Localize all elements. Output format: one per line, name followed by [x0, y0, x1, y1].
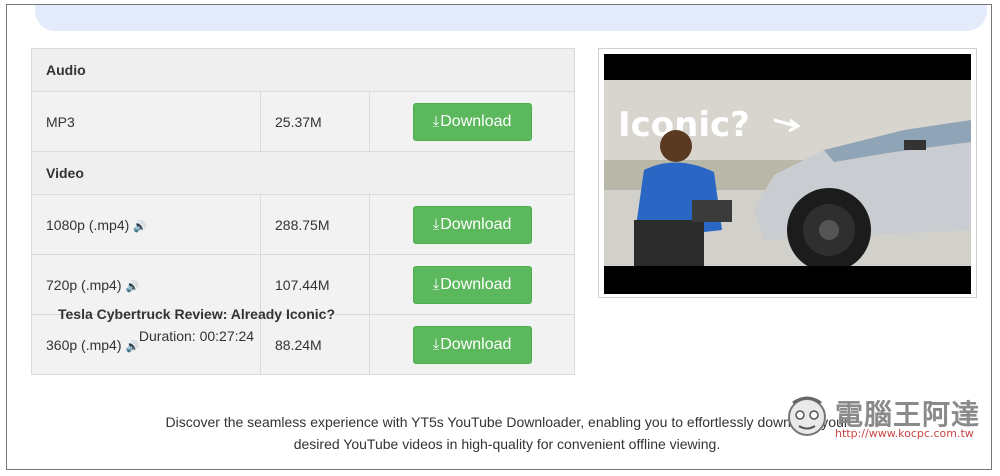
- download-label: Download: [440, 275, 512, 293]
- action-cell: ⤓ Download: [369, 194, 575, 255]
- watermark-mascot-icon: [788, 396, 826, 436]
- action-cell: ⤓ Download: [369, 91, 575, 152]
- size-cell: 25.37M: [260, 91, 370, 152]
- format-cell: MP3: [31, 91, 261, 152]
- video-thumbnail-card[interactable]: Iconic?: [598, 48, 977, 298]
- section-label-audio: Audio: [31, 48, 575, 92]
- page-frame: Audio MP3 25.37M ⤓ Download Video 1080p …: [6, 4, 992, 470]
- table-row: 1080p (.mp4) 🔊 288.75M ⤓ Download: [31, 194, 575, 255]
- section-audio: Audio: [31, 48, 575, 92]
- size-cell: 88.24M: [260, 314, 370, 375]
- speaker-icon: 🔊: [125, 280, 140, 293]
- video-thumbnail: Iconic?: [604, 54, 971, 294]
- video-duration: Duration: 00:27:24: [138, 328, 255, 344]
- description-line-2: desired YouTube videos in high-quality f…: [293, 436, 721, 452]
- download-icon: ⤓: [432, 113, 440, 130]
- watermark-url: http://www.kocpc.com.tw: [835, 427, 974, 440]
- section-video: Video: [31, 151, 575, 195]
- format-label: 1080p (.mp4): [46, 216, 130, 233]
- download-button-mp3[interactable]: ⤓ Download: [412, 102, 532, 141]
- download-label: Download: [440, 215, 512, 233]
- download-table: Audio MP3 25.37M ⤓ Download Video 1080p …: [31, 48, 575, 375]
- download-icon: ⤓: [432, 336, 440, 353]
- table-row: MP3 25.37M ⤓ Download: [31, 91, 575, 152]
- download-label: Download: [440, 335, 512, 353]
- speaker-icon: 🔊: [133, 220, 147, 233]
- section-label-video: Video: [31, 151, 575, 195]
- download-button-360p[interactable]: ⤓ Download: [412, 325, 532, 364]
- download-button-1080p[interactable]: ⤓ Download: [412, 205, 532, 244]
- table-row: 360p (.mp4) 🔊 88.24M ⤓ Download: [31, 314, 575, 375]
- action-cell: ⤓ Download: [369, 314, 575, 375]
- format-cell: 360p (.mp4) 🔊: [31, 314, 261, 375]
- description-text: Discover the seamless experience with YT…: [127, 411, 887, 455]
- format-label: 720p (.mp4): [46, 276, 122, 293]
- format-label: MP3: [46, 113, 75, 130]
- download-icon: ⤓: [432, 216, 440, 233]
- video-title: Tesla Cybertruck Review: Already Iconic?: [58, 306, 335, 322]
- download-icon: ⤓: [432, 276, 440, 293]
- thumbnail-illustration: Iconic?: [604, 80, 971, 266]
- action-cell: ⤓ Download: [369, 254, 575, 315]
- thumbnail-scene: Iconic?: [604, 80, 971, 266]
- top-banner: [35, 5, 987, 31]
- size-cell: 288.75M: [260, 194, 370, 255]
- watermark: 電腦王阿達 http://www.kocpc.com.tw: [783, 391, 991, 443]
- format-cell: 1080p (.mp4) 🔊: [31, 194, 261, 255]
- download-button-720p[interactable]: ⤓ Download: [412, 265, 532, 304]
- download-label: Download: [440, 112, 512, 130]
- description-line-1: Discover the seamless experience with YT…: [165, 414, 849, 430]
